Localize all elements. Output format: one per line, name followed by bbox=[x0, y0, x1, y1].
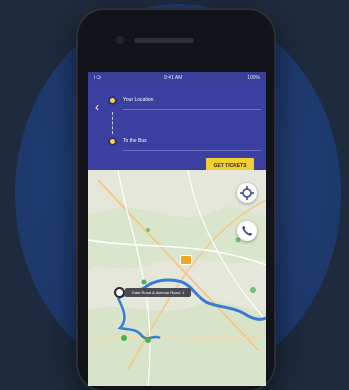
carrier-signal: Ꭵ ❍ bbox=[94, 75, 101, 81]
origin-field[interactable]: Your Location bbox=[123, 97, 153, 103]
earpiece-speaker bbox=[134, 38, 194, 43]
battery-level: 100% bbox=[247, 75, 260, 81]
destination-field[interactable]: To the Bus bbox=[123, 138, 147, 144]
route-header: ‹ Your Location To the Bus GET TICKETS bbox=[88, 84, 266, 174]
map-tooltip: Gate Road & Avenue Road, 1 bbox=[125, 288, 191, 297]
status-time: 9:41 AM bbox=[164, 75, 183, 81]
current-location-marker-icon bbox=[114, 287, 125, 298]
app-screen: Ꭵ ❍ 9:41 AM 100% ‹ Your Location To the … bbox=[88, 72, 266, 386]
back-chevron-icon[interactable]: ‹ bbox=[95, 101, 99, 113]
destination-divider bbox=[123, 150, 261, 151]
front-camera bbox=[116, 36, 124, 44]
destination-location-pin-icon bbox=[108, 137, 117, 146]
bus-marker-icon[interactable] bbox=[180, 255, 192, 265]
recenter-button[interactable] bbox=[237, 183, 257, 203]
origin-location-pin-icon bbox=[108, 96, 117, 105]
status-bar: Ꭵ ❍ 9:41 AM 100% bbox=[88, 72, 266, 84]
map-view[interactable]: Gate Road & Avenue Road, 1 bbox=[88, 170, 266, 386]
crosshair-icon bbox=[240, 186, 254, 200]
call-button[interactable] bbox=[237, 221, 257, 241]
origin-divider bbox=[123, 109, 261, 110]
phone-icon bbox=[242, 226, 252, 236]
route-connector bbox=[112, 112, 114, 134]
